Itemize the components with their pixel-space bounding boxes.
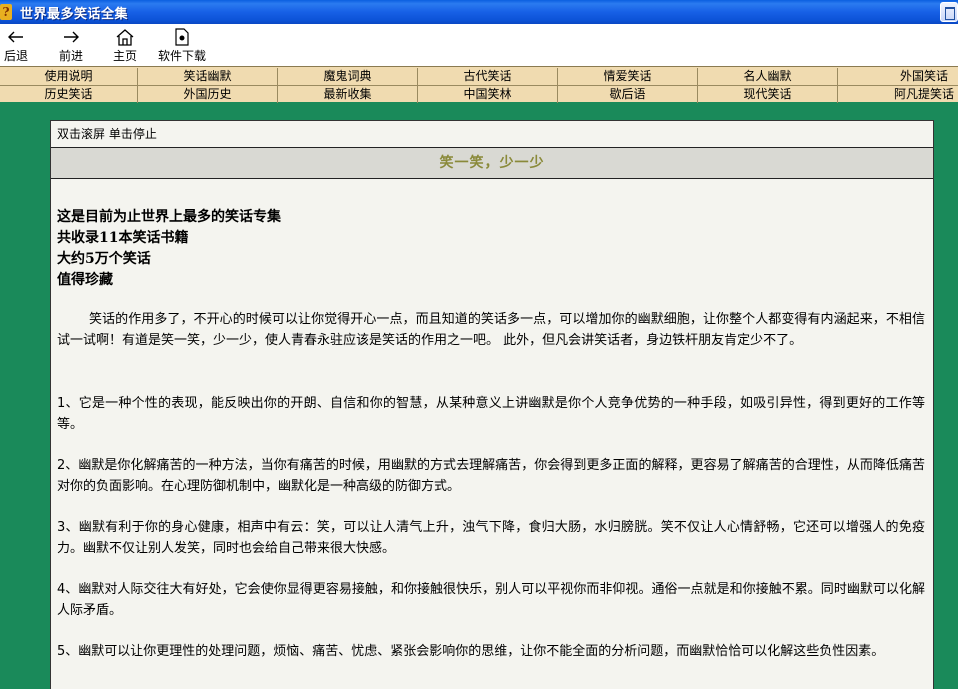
help-icon[interactable]: ? [0,4,12,20]
nav-item[interactable]: 阿凡提笑话 [838,86,958,103]
nav-item[interactable]: 古代笑话 [418,68,558,85]
intro-line: 值得珍藏 [57,272,113,288]
title-bar: ? 世界最多笑话全集 [0,0,958,24]
nav-item[interactable]: 外国历史 [138,86,278,103]
nav-item[interactable]: 现代笑话 [698,86,838,103]
home-button[interactable]: 主页 [110,24,140,66]
back-label: 后退 [3,49,28,63]
nav-item[interactable]: 名人幽默 [698,68,838,85]
paragraph: 5、幽默可以让你更理性的处理问题，烦恼、痛苦、忧虑、紧张会影响你的思维，让你不能… [57,644,885,659]
category-nav: 使用说明 笑话幽默 魔鬼词典 古代笑话 情爱笑话 名人幽默 外国笑话 历史笑话 … [0,66,958,103]
nav-item[interactable]: 魔鬼词典 [278,68,418,85]
back-button[interactable]: 后退 [0,24,32,66]
paragraph: 3、幽默有利于你的身心健康，相声中有云：笑，可以让人清气上升，浊气下降，食归大肠… [57,520,925,556]
download-button[interactable]: 软件下载 [140,24,224,66]
paragraph: 4、幽默对人际交往大有好处，它会使你显得更容易接触，和你接触很快乐，别人可以平视… [57,582,925,618]
intro-block: 这是目前为止世界上最多的笑话专集 共收录11本笑话书籍 大约5万个笑话 值得珍藏 [57,207,281,291]
arrow-left-icon [8,27,24,47]
arrow-right-icon [63,27,79,47]
forward-button[interactable]: 前进 [32,24,110,66]
intro-line: 这是目前为止世界上最多的笑话专集 [57,209,281,225]
intro-line: 共收录11本笑话书籍 [57,230,189,246]
nav-item[interactable]: 历史笑话 [0,86,138,103]
home-icon [115,27,135,47]
nav-item[interactable]: 外国笑话 [838,68,958,85]
banner-title: 笑一笑，少一少 [51,147,933,179]
scroll-hint: 双击滚屏 单击停止 [57,127,157,141]
paragraph: 笑话的作用多了，不开心的时候可以让你觉得开心一点，而且知道的笑话多一点，可以增加… [57,312,925,348]
intro-line: 大约5万个笑话 [57,251,151,267]
home-label: 主页 [112,49,137,63]
content-panel[interactable]: 双击滚屏 单击停止 笑一笑，少一少 这是目前为止世界上最多的笑话专集 共收录11… [50,120,934,689]
nav-item[interactable]: 歇后语 [558,86,698,103]
toolbar: 后退 前进 主页 软件下载 [0,24,958,66]
paragraph: 1、它是一种个性的表现，能反映出你的开朗、自信和你的智慧，从某种意义上讲幽默是你… [57,396,925,432]
paragraph: 2、幽默是你化解痛苦的一种方法，当你有痛苦的时候，用幽默的方式去理解痛苦，你会得… [57,458,925,494]
nav-item[interactable]: 情爱笑话 [558,68,698,85]
window-title: 世界最多笑话全集 [20,6,129,22]
document-icon [175,27,189,47]
nav-row-1: 使用说明 笑话幽默 魔鬼词典 古代笑话 情爱笑话 名人幽默 外国笑话 [0,68,958,85]
nav-row-2: 历史笑话 外国历史 最新收集 中国笑林 歇后语 现代笑话 阿凡提笑话 [0,86,958,103]
forward-label: 前进 [58,49,83,63]
restore-button[interactable] [940,2,958,22]
nav-item[interactable]: 中国笑林 [418,86,558,103]
nav-item[interactable]: 使用说明 [0,68,138,85]
download-label: 软件下载 [157,49,206,63]
nav-item[interactable]: 最新收集 [278,86,418,103]
nav-item[interactable]: 笑话幽默 [138,68,278,85]
